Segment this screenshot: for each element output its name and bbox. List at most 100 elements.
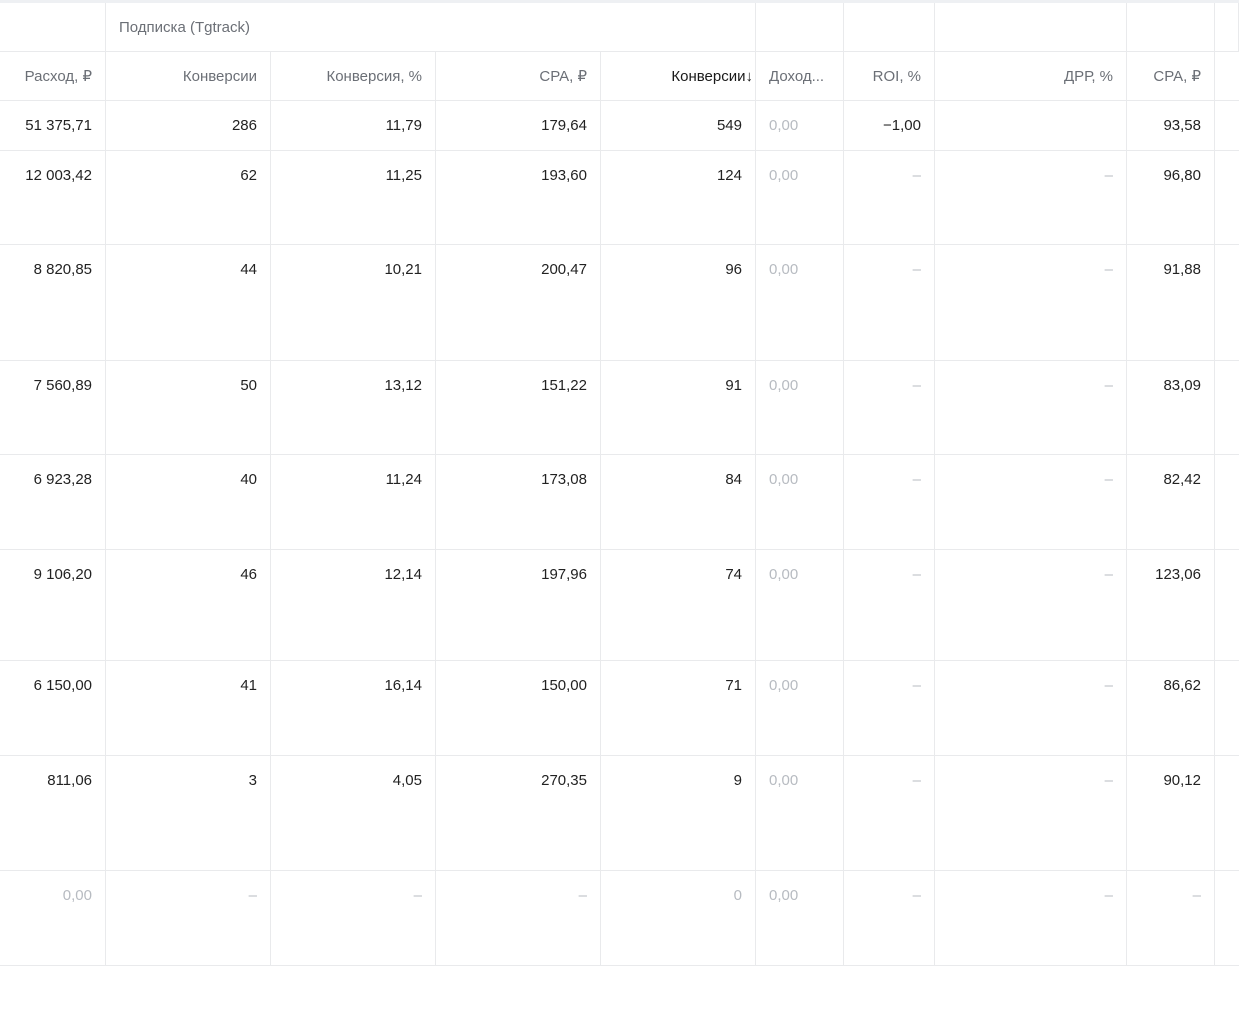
column-header-conv[interactable]: Конверсии	[106, 52, 271, 101]
table-cell-drr: –	[935, 756, 1127, 871]
table-cell-conv_total: 96	[601, 245, 756, 361]
table-row-spacer	[1215, 101, 1239, 151]
group-header-subscription: Подписка (Tgtrack)	[106, 3, 756, 52]
table-cell-cpa: 151,22	[436, 361, 601, 455]
table-cell-drr: –	[935, 245, 1127, 361]
table-cell-roi: –	[844, 455, 935, 550]
table-cell-revenue: 0,00	[756, 756, 844, 871]
group-header-spacer	[756, 3, 844, 52]
column-header-revenue[interactable]: Доход...	[756, 52, 844, 101]
table-cell-conv_total: 549	[601, 101, 756, 151]
table-cell-spend: 12 003,42	[0, 151, 106, 245]
group-header-spacer	[844, 3, 935, 52]
table-cell-revenue: 0,00	[756, 101, 844, 151]
table-cell-conv_total: 74	[601, 550, 756, 661]
table-cell-conv_total: 91	[601, 361, 756, 455]
table-cell-cpa2: 86,62	[1127, 661, 1215, 756]
table-cell-cpa: 270,35	[436, 756, 601, 871]
column-header-conv_rate[interactable]: Конверсия, %	[271, 52, 436, 101]
table-cell-drr	[935, 101, 1127, 151]
table-cell-conv: 286	[106, 101, 271, 151]
table-cell-cpa: 200,47	[436, 245, 601, 361]
table-cell-conv_rate: 12,14	[271, 550, 436, 661]
table-cell-revenue: 0,00	[756, 151, 844, 245]
group-header-spacer	[935, 3, 1127, 52]
table-cell-spend: 6 150,00	[0, 661, 106, 756]
column-header-spend[interactable]: Расход, ₽	[0, 52, 106, 101]
table-cell-conv_total: 0	[601, 871, 756, 966]
table-cell-cpa2: 96,80	[1127, 151, 1215, 245]
table-row-spacer	[1215, 361, 1239, 455]
table-cell-conv: –	[106, 871, 271, 966]
table-cell-cpa2: 90,12	[1127, 756, 1215, 871]
table-cell-spend: 51 375,71	[0, 101, 106, 151]
table-row-spacer	[1215, 550, 1239, 661]
table-cell-roi: –	[844, 871, 935, 966]
table-cell-conv: 3	[106, 756, 271, 871]
table-cell-conv: 40	[106, 455, 271, 550]
table-cell-drr: –	[935, 455, 1127, 550]
table-cell-revenue: 0,00	[756, 550, 844, 661]
table-cell-spend: 7 560,89	[0, 361, 106, 455]
table-cell-conv_rate: 4,05	[271, 756, 436, 871]
table-cell-drr: –	[935, 661, 1127, 756]
table-row-spacer	[1215, 455, 1239, 550]
column-header-roi[interactable]: ROI, %	[844, 52, 935, 101]
table-cell-roi: –	[844, 756, 935, 871]
table-cell-revenue: 0,00	[756, 361, 844, 455]
table-row-spacer	[1215, 871, 1239, 966]
table-cell-conv_rate: 10,21	[271, 245, 436, 361]
table-cell-roi: –	[844, 661, 935, 756]
table-cell-revenue: 0,00	[756, 245, 844, 361]
table-row-spacer	[1215, 661, 1239, 756]
table-cell-conv_rate: 13,12	[271, 361, 436, 455]
table-cell-roi: –	[844, 245, 935, 361]
column-header-cpa[interactable]: CPA, ₽	[436, 52, 601, 101]
table-cell-roi: –	[844, 361, 935, 455]
table-cell-cpa: –	[436, 871, 601, 966]
column-header-conv_total[interactable]: Конверсии↓	[601, 52, 756, 101]
table-cell-cpa2: 123,06	[1127, 550, 1215, 661]
table-cell-conv: 41	[106, 661, 271, 756]
table-cell-cpa: 193,60	[436, 151, 601, 245]
column-header-spacer	[1215, 52, 1239, 101]
table-cell-conv_rate: 11,79	[271, 101, 436, 151]
table-cell-spend: 811,06	[0, 756, 106, 871]
table-cell-conv_rate: –	[271, 871, 436, 966]
table-cell-spend: 0,00	[0, 871, 106, 966]
group-header-spacer	[1127, 3, 1215, 52]
table-cell-drr: –	[935, 550, 1127, 661]
table-cell-cpa2: 93,58	[1127, 101, 1215, 151]
sort-desc-icon[interactable]: ↓	[746, 68, 754, 85]
table-cell-cpa: 179,64	[436, 101, 601, 151]
table-cell-conv_rate: 11,25	[271, 151, 436, 245]
table-cell-drr: –	[935, 871, 1127, 966]
table-cell-revenue: 0,00	[756, 871, 844, 966]
group-header-spacer	[0, 3, 106, 52]
column-header-cpa2[interactable]: CPA, ₽	[1127, 52, 1215, 101]
table-cell-roi: –	[844, 550, 935, 661]
table-cell-roi: −1,00	[844, 101, 935, 151]
table-cell-conv_total: 9	[601, 756, 756, 871]
table-cell-spend: 8 820,85	[0, 245, 106, 361]
table-cell-conv: 44	[106, 245, 271, 361]
group-header-spacer	[1215, 3, 1239, 52]
table-cell-cpa2: –	[1127, 871, 1215, 966]
table-cell-conv_total: 124	[601, 151, 756, 245]
table-cell-drr: –	[935, 361, 1127, 455]
table-cell-cpa2: 83,09	[1127, 361, 1215, 455]
table-cell-roi: –	[844, 151, 935, 245]
table-cell-cpa2: 82,42	[1127, 455, 1215, 550]
table-cell-conv_rate: 16,14	[271, 661, 436, 756]
table-cell-cpa: 197,96	[436, 550, 601, 661]
table-cell-cpa2: 91,88	[1127, 245, 1215, 361]
table-cell-conv_total: 84	[601, 455, 756, 550]
table-cell-revenue: 0,00	[756, 455, 844, 550]
column-header-drr[interactable]: ДРР, %	[935, 52, 1127, 101]
table-cell-conv: 50	[106, 361, 271, 455]
statistics-table: Подписка (Tgtrack) Расход, ₽ Конверсии Конв…	[0, 0, 1239, 1023]
table-cell-conv: 46	[106, 550, 271, 661]
table-cell-revenue: 0,00	[756, 661, 844, 756]
table-row-spacer	[1215, 245, 1239, 361]
table-cell-conv: 62	[106, 151, 271, 245]
